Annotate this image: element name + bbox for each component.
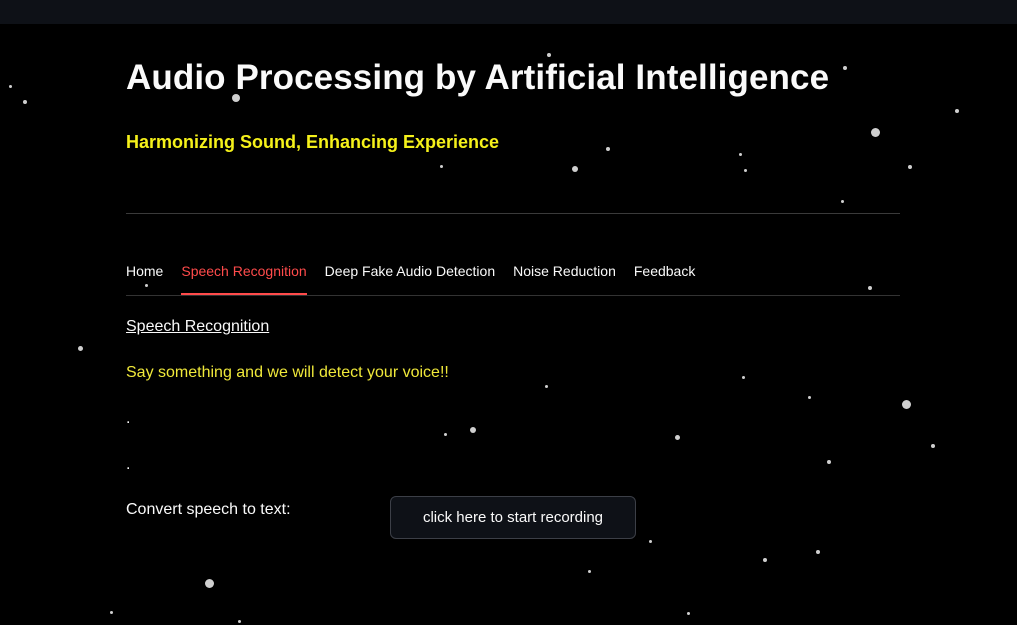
background-star xyxy=(78,346,83,351)
background-star xyxy=(572,166,578,172)
background-star xyxy=(545,385,548,388)
background-star xyxy=(110,611,113,614)
background-star xyxy=(841,200,844,203)
page-title: Audio Processing by Artificial Intellige… xyxy=(126,58,830,97)
background-star xyxy=(871,128,880,137)
background-star xyxy=(470,427,476,433)
background-star xyxy=(687,612,690,615)
background-star xyxy=(238,620,241,623)
background-star xyxy=(902,400,911,409)
background-star xyxy=(908,165,912,169)
tab-feedback[interactable]: Feedback xyxy=(634,260,695,291)
background-star xyxy=(205,579,214,588)
instruction-text: Say something and we will detect your vo… xyxy=(126,364,449,381)
background-star xyxy=(675,435,680,440)
tab-bar: Home Speech Recognition Deep Fake Audio … xyxy=(126,260,900,296)
background-star xyxy=(444,433,447,436)
background-star xyxy=(547,53,551,57)
header-divider xyxy=(126,213,900,214)
background-star xyxy=(955,109,959,113)
tab-deep-fake-audio-detection[interactable]: Deep Fake Audio Detection xyxy=(325,260,495,291)
background-star xyxy=(23,100,27,104)
background-star xyxy=(440,165,443,168)
spacer-dot: . xyxy=(126,410,131,427)
background-star xyxy=(808,396,811,399)
background-star xyxy=(588,570,591,573)
start-recording-button[interactable]: click here to start recording xyxy=(390,496,636,539)
background-star xyxy=(843,66,847,70)
background-star xyxy=(763,558,767,562)
background-star xyxy=(742,376,745,379)
app-top-bar xyxy=(0,0,1017,24)
convert-speech-label: Convert speech to text: xyxy=(126,501,291,518)
background-star xyxy=(744,169,747,172)
background-star xyxy=(739,153,742,156)
page-subtitle: Harmonizing Sound, Enhancing Experience xyxy=(126,132,500,152)
tab-home[interactable]: Home xyxy=(126,260,163,291)
background-star xyxy=(649,540,652,543)
spacer-dot: . xyxy=(126,456,131,473)
background-star xyxy=(816,550,820,554)
section-heading: Speech Recognition xyxy=(126,318,270,335)
background-star xyxy=(827,460,831,464)
tab-speech-recognition[interactable]: Speech Recognition xyxy=(181,260,307,295)
background-star xyxy=(931,444,935,448)
tab-noise-reduction[interactable]: Noise Reduction xyxy=(513,260,616,291)
background-star xyxy=(606,147,610,151)
background-star xyxy=(9,85,12,88)
